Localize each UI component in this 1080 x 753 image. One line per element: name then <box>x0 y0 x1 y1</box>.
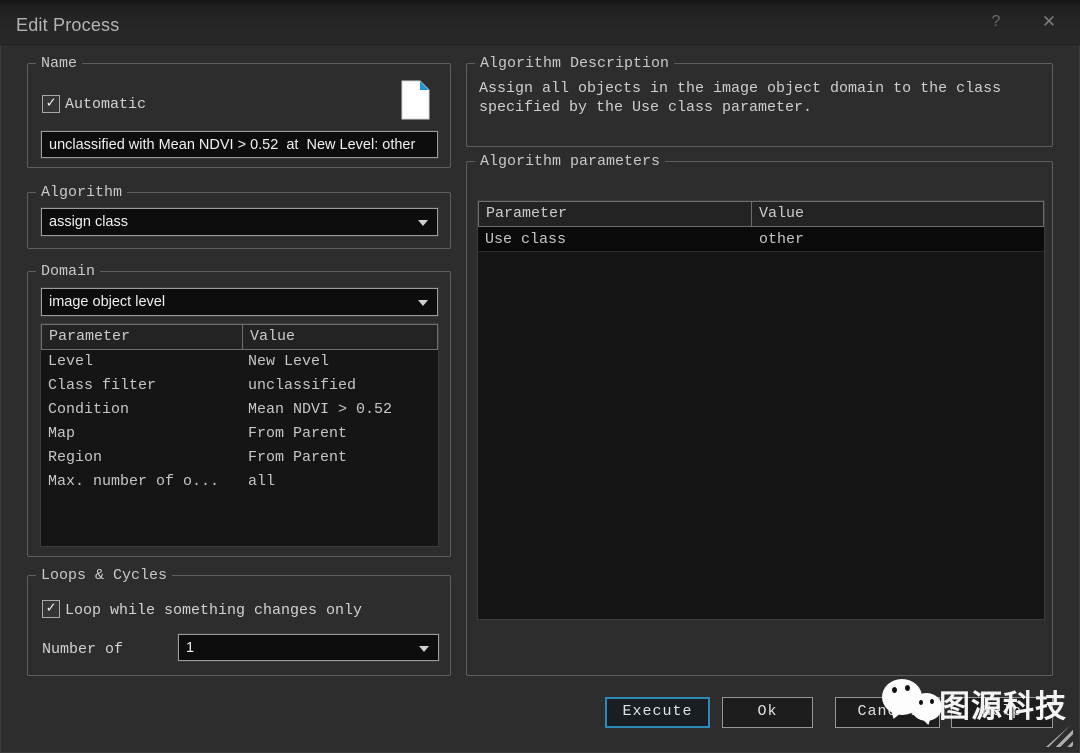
execute-button[interactable]: Execute <box>605 697 710 728</box>
table-row[interactable]: Map From Parent <box>41 422 438 446</box>
number-of-label: Number of <box>42 640 123 659</box>
algorithm-group-label: Algorithm <box>36 183 127 202</box>
cancel-button[interactable]: Cancel <box>835 697 940 728</box>
algorithm-description-text: Assign all objects in the image object d… <box>479 80 1041 117</box>
table-row[interactable]: Max. number of o... all <box>41 470 438 494</box>
table-row[interactable]: Level New Level <box>41 350 438 374</box>
domain-dropdown[interactable]: image object level <box>41 288 438 316</box>
edit-process-dialog: Edit Process ? ✕ Name ✓ Automatic unclas… <box>0 0 1080 753</box>
algorithm-group: Algorithm assign class <box>27 192 451 249</box>
automatic-checkbox-label: Automatic <box>65 95 146 114</box>
check-icon: ✓ <box>46 600 55 617</box>
close-icon[interactable]: ✕ <box>1036 9 1062 35</box>
dropdown-arrow-icon[interactable] <box>419 646 429 652</box>
row-value: all <box>248 470 275 494</box>
algorithm-parameter-table: Parameter Value Use class other <box>478 201 1044 619</box>
loops-cycles-group: Loops & Cycles ✓ Loop while something ch… <box>27 575 451 676</box>
table-row[interactable]: Class filter unclassified <box>41 374 438 398</box>
algorithm-dropdown-value: assign class <box>49 214 128 230</box>
process-name-input[interactable]: unclassified with Mean NDVI > 0.52 at Ne… <box>41 131 438 158</box>
row-value: unclassified <box>248 374 356 398</box>
number-of-value: 1 <box>186 640 194 656</box>
dropdown-arrow-icon[interactable] <box>418 220 428 226</box>
check-icon: ✓ <box>46 95 55 112</box>
parameters-group-label: Algorithm parameters <box>475 152 665 171</box>
parameters-header-value: Value <box>752 201 1044 227</box>
domain-dropdown-value: image object level <box>49 294 165 310</box>
algorithm-dropdown[interactable]: assign class <box>41 208 438 236</box>
row-parameter: Class filter <box>48 374 156 398</box>
row-parameter: Use class <box>485 227 566 252</box>
name-group-label: Name <box>36 54 82 73</box>
loop-while-changes-checkbox[interactable]: ✓ <box>42 600 60 618</box>
dialog-title: Edit Process <box>16 15 119 36</box>
domain-group: Domain image object level Parameter Valu… <box>27 271 451 557</box>
loops-group-label: Loops & Cycles <box>36 566 172 585</box>
domain-group-label: Domain <box>36 262 100 281</box>
parameters-header-parameter: Parameter <box>478 201 752 227</box>
domain-table-header: Parameter Value <box>41 324 438 350</box>
ok-button[interactable]: Ok <box>722 697 813 728</box>
name-group: Name ✓ Automatic unclassified with Mean … <box>27 63 451 168</box>
domain-header-parameter: Parameter <box>41 324 243 350</box>
new-document-icon <box>401 80 430 120</box>
table-row[interactable]: Region From Parent <box>41 446 438 470</box>
row-parameter: Level <box>48 350 93 374</box>
row-value: New Level <box>248 350 329 374</box>
row-value: Mean NDVI > 0.52 <box>248 398 392 422</box>
automatic-checkbox[interactable]: ✓ <box>42 95 60 113</box>
row-parameter: Condition <box>48 398 129 422</box>
algorithm-description-group: Algorithm Description Assign all objects… <box>466 63 1053 147</box>
row-value: From Parent <box>248 422 347 446</box>
table-row[interactable]: Use class other <box>478 227 1044 252</box>
algorithm-parameters-group: Algorithm parameters Parameter Value Use… <box>466 161 1053 676</box>
row-value: other <box>759 227 804 252</box>
number-of-dropdown[interactable]: 1 <box>178 634 439 661</box>
row-parameter: Max. number of o... <box>48 470 219 494</box>
dropdown-arrow-icon[interactable] <box>418 300 428 306</box>
parameters-table-header: Parameter Value <box>478 201 1044 227</box>
description-group-label: Algorithm Description <box>475 54 674 73</box>
row-value: From Parent <box>248 446 347 470</box>
loop-checkbox-label: Loop while something changes only <box>65 601 362 620</box>
help-button[interactable]: Help <box>951 697 1053 728</box>
row-parameter: Region <box>48 446 102 470</box>
table-row[interactable]: Condition Mean NDVI > 0.52 <box>41 398 438 422</box>
domain-header-value: Value <box>243 324 438 350</box>
row-parameter: Map <box>48 422 75 446</box>
title-bar[interactable]: Edit Process ? ✕ <box>0 0 1080 45</box>
domain-parameter-table: Parameter Value Level New Level Class fi… <box>41 324 438 546</box>
titlebar-help-icon[interactable]: ? <box>983 9 1009 35</box>
